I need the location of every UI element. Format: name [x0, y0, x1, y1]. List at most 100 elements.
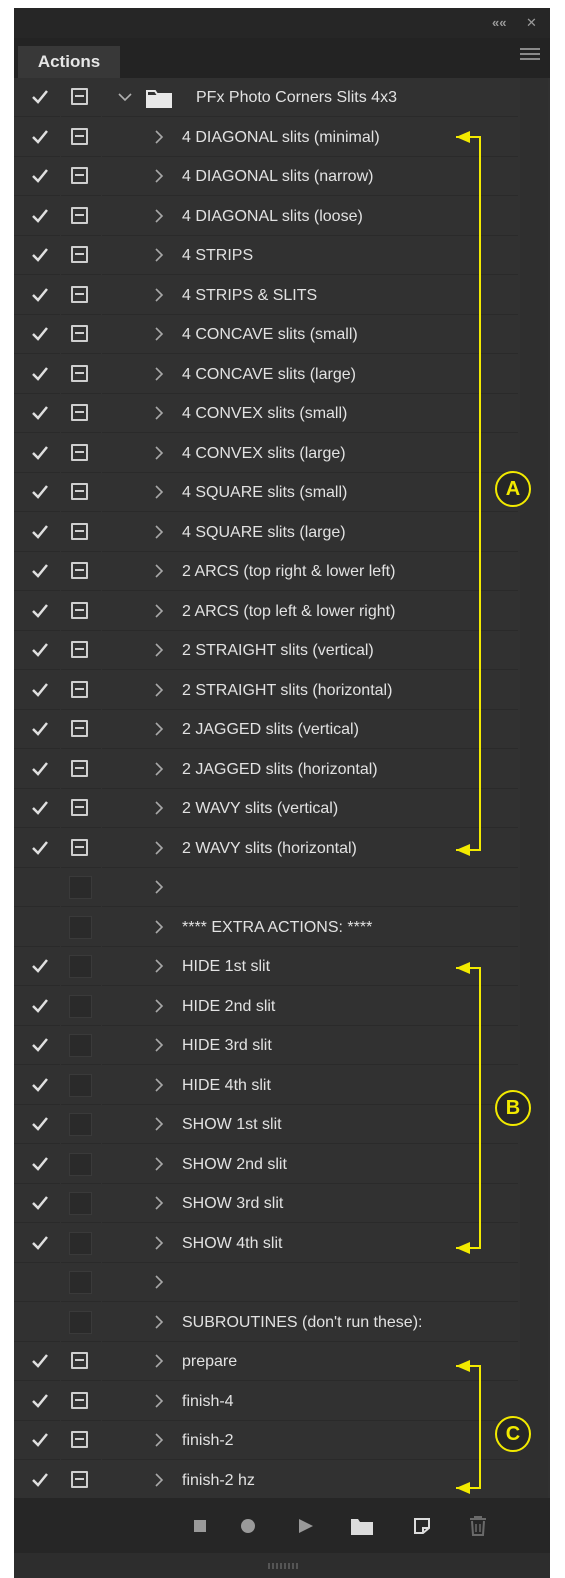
action-main-cell[interactable]: finish-2 hz	[102, 1461, 518, 1500]
action-dialog-cell[interactable]	[61, 197, 101, 236]
chevron-right-icon[interactable]	[152, 364, 166, 384]
action-row[interactable]: **** EXTRA ACTIONS: ****	[14, 908, 550, 947]
action-dialog-cell[interactable]	[61, 868, 101, 907]
action-check-cell[interactable]	[14, 1224, 60, 1263]
action-row[interactable]: 4 SQUARE slits (large)	[14, 513, 550, 552]
chevron-right-icon[interactable]	[152, 680, 166, 700]
action-check-cell[interactable]	[14, 513, 60, 552]
action-dialog-cell[interactable]	[61, 434, 101, 473]
chevron-right-icon[interactable]	[152, 1233, 166, 1253]
chevron-right-icon[interactable]	[152, 1035, 166, 1055]
action-main-cell[interactable]: 4 DIAGONAL slits (loose)	[102, 197, 518, 236]
action-dialog-cell[interactable]	[61, 1105, 101, 1144]
action-main-cell[interactable]: finish-2	[102, 1421, 518, 1460]
action-row[interactable]: 2 JAGGED slits (horizontal)	[14, 750, 550, 789]
action-check-cell[interactable]	[14, 750, 60, 789]
action-main-cell[interactable]: prepare	[102, 1342, 518, 1381]
chevron-right-icon[interactable]	[152, 522, 166, 542]
action-main-cell[interactable]: 4 DIAGONAL slits (minimal)	[102, 118, 518, 157]
action-dialog-cell[interactable]	[61, 552, 101, 591]
action-dialog-cell[interactable]	[61, 829, 101, 868]
action-main-cell[interactable]: SHOW 1st slit	[102, 1105, 518, 1144]
new-set-folder-icon[interactable]	[350, 1516, 374, 1536]
action-dialog-cell[interactable]	[61, 1461, 101, 1500]
action-check-cell[interactable]	[14, 315, 60, 354]
action-row[interactable]: SHOW 1st slit	[14, 1105, 550, 1144]
action-check-cell[interactable]	[14, 710, 60, 749]
action-row[interactable]: finish-2 hz	[14, 1461, 550, 1500]
set-check-cell[interactable]	[14, 78, 60, 117]
tab-actions[interactable]: Actions	[18, 46, 120, 78]
action-check-cell[interactable]	[14, 1066, 60, 1105]
scroll-track[interactable]	[520, 78, 548, 1498]
chevron-right-icon[interactable]	[152, 245, 166, 265]
action-dialog-cell[interactable]	[61, 947, 101, 986]
action-check-cell[interactable]	[14, 789, 60, 828]
action-row[interactable]: SHOW 4th slit	[14, 1224, 550, 1263]
action-dialog-cell[interactable]	[61, 118, 101, 157]
action-check-cell[interactable]	[14, 1342, 60, 1381]
action-dialog-cell[interactable]	[61, 1066, 101, 1105]
action-check-cell[interactable]	[14, 1382, 60, 1421]
action-dialog-cell[interactable]	[61, 276, 101, 315]
chevron-right-icon[interactable]	[152, 206, 166, 226]
action-dialog-cell[interactable]	[61, 1303, 101, 1342]
chevron-right-icon[interactable]	[152, 956, 166, 976]
action-main-cell[interactable]: 4 SQUARE slits (large)	[102, 513, 518, 552]
chevron-right-icon[interactable]	[152, 443, 166, 463]
action-check-cell[interactable]	[14, 592, 60, 631]
action-main-cell[interactable]: 2 ARCS (top right & lower left)	[102, 552, 518, 591]
action-main-cell[interactable]: 2 JAGGED slits (vertical)	[102, 710, 518, 749]
action-row[interactable]: prepare	[14, 1342, 550, 1381]
action-check-cell[interactable]	[14, 118, 60, 157]
collapse-panel-button[interactable]: ««	[492, 15, 506, 30]
action-dialog-cell[interactable]	[61, 1224, 101, 1263]
action-dialog-cell[interactable]	[61, 157, 101, 196]
action-row[interactable]: 4 DIAGONAL slits (minimal)	[14, 118, 550, 157]
action-main-cell[interactable]: SHOW 3rd slit	[102, 1184, 518, 1223]
action-main-cell[interactable]: 4 CONCAVE slits (small)	[102, 315, 518, 354]
action-dialog-cell[interactable]	[61, 1382, 101, 1421]
action-dialog-cell[interactable]	[61, 355, 101, 394]
action-dialog-cell[interactable]	[61, 1421, 101, 1460]
chevron-right-icon[interactable]	[152, 640, 166, 660]
action-main-cell[interactable]: 2 STRAIGHT slits (vertical)	[102, 631, 518, 670]
action-check-cell[interactable]	[14, 671, 60, 710]
action-row[interactable]: 2 STRAIGHT slits (horizontal)	[14, 671, 550, 710]
action-dialog-cell[interactable]	[61, 1263, 101, 1302]
action-dialog-cell[interactable]	[61, 1184, 101, 1223]
action-row[interactable]: 4 STRIPS	[14, 236, 550, 275]
action-dialog-cell[interactable]	[61, 671, 101, 710]
chevron-right-icon[interactable]	[152, 996, 166, 1016]
action-row[interactable]: 2 ARCS (top left & lower right)	[14, 592, 550, 631]
action-dialog-cell[interactable]	[61, 1145, 101, 1184]
action-row[interactable]: 2 STRAIGHT slits (vertical)	[14, 631, 550, 670]
action-check-cell[interactable]	[14, 236, 60, 275]
action-check-cell[interactable]	[14, 829, 60, 868]
action-main-cell[interactable]: 4 STRIPS	[102, 236, 518, 275]
chevron-right-icon[interactable]	[152, 1114, 166, 1134]
chevron-down-icon[interactable]	[116, 87, 134, 107]
action-row[interactable]: 4 CONVEX slits (large)	[14, 434, 550, 473]
action-row[interactable]: 4 DIAGONAL slits (loose)	[14, 197, 550, 236]
set-dialog-cell[interactable]	[61, 78, 101, 117]
chevron-right-icon[interactable]	[152, 601, 166, 621]
action-check-cell[interactable]	[14, 1026, 60, 1065]
action-dialog-cell[interactable]	[61, 513, 101, 552]
chevron-right-icon[interactable]	[152, 838, 166, 858]
chevron-right-icon[interactable]	[152, 1075, 166, 1095]
action-check-cell[interactable]	[14, 631, 60, 670]
chevron-right-icon[interactable]	[152, 1272, 166, 1292]
action-dialog-cell[interactable]	[61, 750, 101, 789]
action-dialog-cell[interactable]	[61, 631, 101, 670]
action-dialog-cell[interactable]	[61, 908, 101, 947]
action-row[interactable]: 2 ARCS (top right & lower left)	[14, 552, 550, 591]
action-dialog-cell[interactable]	[61, 1342, 101, 1381]
chevron-right-icon[interactable]	[152, 1391, 166, 1411]
action-row[interactable]: 2 WAVY slits (vertical)	[14, 789, 550, 828]
action-check-cell[interactable]	[14, 552, 60, 591]
record-icon[interactable]	[240, 1518, 256, 1534]
chevron-right-icon[interactable]	[152, 1312, 166, 1332]
action-main-cell[interactable]: HIDE 3rd slit	[102, 1026, 518, 1065]
resize-grip-icon[interactable]	[268, 1563, 298, 1569]
